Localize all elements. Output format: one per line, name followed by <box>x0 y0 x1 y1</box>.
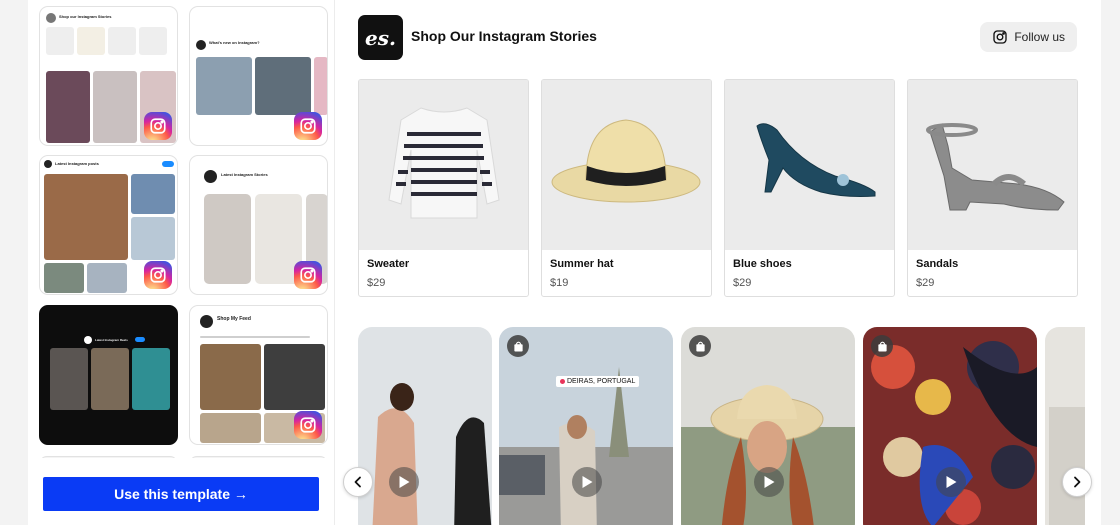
product-image-blue-shoes <box>725 80 894 250</box>
product-name: Blue shoes <box>733 258 792 270</box>
mini-avatar <box>84 336 92 344</box>
instagram-badge-icon <box>144 112 172 140</box>
template-gallery: Shop our Instagram Stories What's new on… <box>28 0 335 525</box>
mini-avatar <box>46 13 56 23</box>
instagram-badge-icon <box>294 112 322 140</box>
mini-post <box>44 263 84 293</box>
shopping-bag-icon <box>871 335 893 357</box>
mini-post <box>131 217 175 260</box>
product-image-sweater <box>359 80 528 250</box>
location-label: DEIRAS, PORTUGAL <box>567 378 636 385</box>
instagram-icon <box>993 30 1007 44</box>
widget-title: Shop Our Instagram Stories <box>411 28 597 44</box>
product-card[interactable]: Blue shoes $29 <box>724 79 895 297</box>
follow-us-button[interactable]: Follow us <box>980 22 1077 52</box>
mini-post <box>200 344 261 410</box>
template-thumbnail-whats-new[interactable]: What's new on Instagram? <box>189 6 328 146</box>
mini-post <box>264 344 325 410</box>
story-image <box>358 327 492 525</box>
page-margin <box>1101 0 1120 525</box>
mini-story <box>46 71 90 143</box>
product-price: $29 <box>916 277 935 289</box>
thumbnail-title: Shop our Instagram Stories <box>59 14 112 19</box>
mini-story <box>196 57 252 115</box>
use-template-button[interactable]: Use this template → <box>43 477 319 511</box>
location-tag: DEIRAS, PORTUGAL <box>556 376 640 387</box>
carousel-prev-button[interactable] <box>343 467 373 497</box>
instagram-badge-icon <box>144 261 172 289</box>
play-icon[interactable] <box>754 467 784 497</box>
mini-tabs <box>200 336 310 338</box>
mini-reel <box>91 348 129 410</box>
mini-story <box>314 57 327 115</box>
carousel-next-button[interactable] <box>1062 467 1092 497</box>
shopping-bag-icon <box>507 335 529 357</box>
story-card[interactable] <box>358 327 492 525</box>
product-name: Sweater <box>367 258 410 270</box>
play-icon[interactable] <box>572 467 602 497</box>
product-image-sandals <box>908 80 1077 250</box>
template-thumbnail-latest-reels[interactable]: Latest Instagram Reels <box>39 305 178 445</box>
play-icon[interactable] <box>936 467 966 497</box>
location-pin-icon <box>560 379 565 384</box>
product-card[interactable]: Sandals $29 <box>907 79 1078 297</box>
thumbnail-title: Shop My Feed <box>217 316 251 322</box>
play-icon[interactable] <box>389 467 419 497</box>
mini-product <box>77 27 105 55</box>
mini-reel <box>132 348 170 410</box>
mini-post <box>131 174 175 214</box>
product-name: Sandals <box>916 258 959 270</box>
mini-avatar <box>196 40 206 50</box>
product-price: $29 <box>733 277 752 289</box>
thumbnail-title: Latest Instagram Stories <box>221 172 268 177</box>
mini-product <box>108 27 136 55</box>
follow-us-label: Follow us <box>1014 30 1065 44</box>
product-card[interactable]: Sweater $29 <box>358 79 529 297</box>
thumbnail-title: What's new on Instagram? <box>209 40 260 45</box>
instagram-badge-icon <box>294 411 322 439</box>
mini-post <box>87 263 127 293</box>
product-image-summer-hat <box>542 80 711 250</box>
brand-logo: es. <box>358 15 403 60</box>
chevron-left-icon <box>354 476 361 488</box>
mini-follow-button <box>162 161 174 167</box>
mini-post <box>44 174 128 260</box>
mini-post <box>200 413 261 443</box>
shopping-bag-icon <box>689 335 711 357</box>
thumbnail-title: Latest Instagram posts <box>55 161 99 166</box>
mini-avatar <box>204 170 217 183</box>
story-card[interactable] <box>681 327 855 525</box>
mini-avatar <box>44 160 52 168</box>
template-thumbnail-shop-my-feed[interactable]: Shop My Feed <box>189 305 328 445</box>
product-card[interactable]: Summer hat $19 <box>541 79 712 297</box>
product-price: $19 <box>550 277 569 289</box>
mini-follow-button <box>135 337 145 342</box>
chevron-right-icon <box>1074 476 1081 488</box>
mini-story <box>204 194 251 284</box>
story-card[interactable] <box>863 327 1037 525</box>
thumbnail-title: Latest Instagram Reels <box>95 338 128 342</box>
instagram-widget-preview: es. Shop Our Instagram Stories Follow us… <box>335 0 1101 525</box>
cta-bar: Use this template → <box>28 458 334 525</box>
instagram-badge-icon <box>294 261 322 289</box>
template-thumbnail-latest-posts[interactable]: Latest Instagram posts <box>39 155 178 295</box>
mini-product <box>46 27 74 55</box>
template-thumbnail-shop-stories[interactable]: Shop our Instagram Stories <box>39 6 178 146</box>
product-name: Summer hat <box>550 258 614 270</box>
template-thumbnail-latest-stories[interactable]: Latest Instagram Stories <box>189 155 328 295</box>
mini-story <box>255 57 311 115</box>
mini-story <box>93 71 137 143</box>
product-price: $29 <box>367 277 386 289</box>
mini-reel <box>50 348 88 410</box>
story-card[interactable]: DEIRAS, PORTUGAL <box>499 327 673 525</box>
mini-product <box>139 27 167 55</box>
mini-avatar <box>200 315 213 328</box>
